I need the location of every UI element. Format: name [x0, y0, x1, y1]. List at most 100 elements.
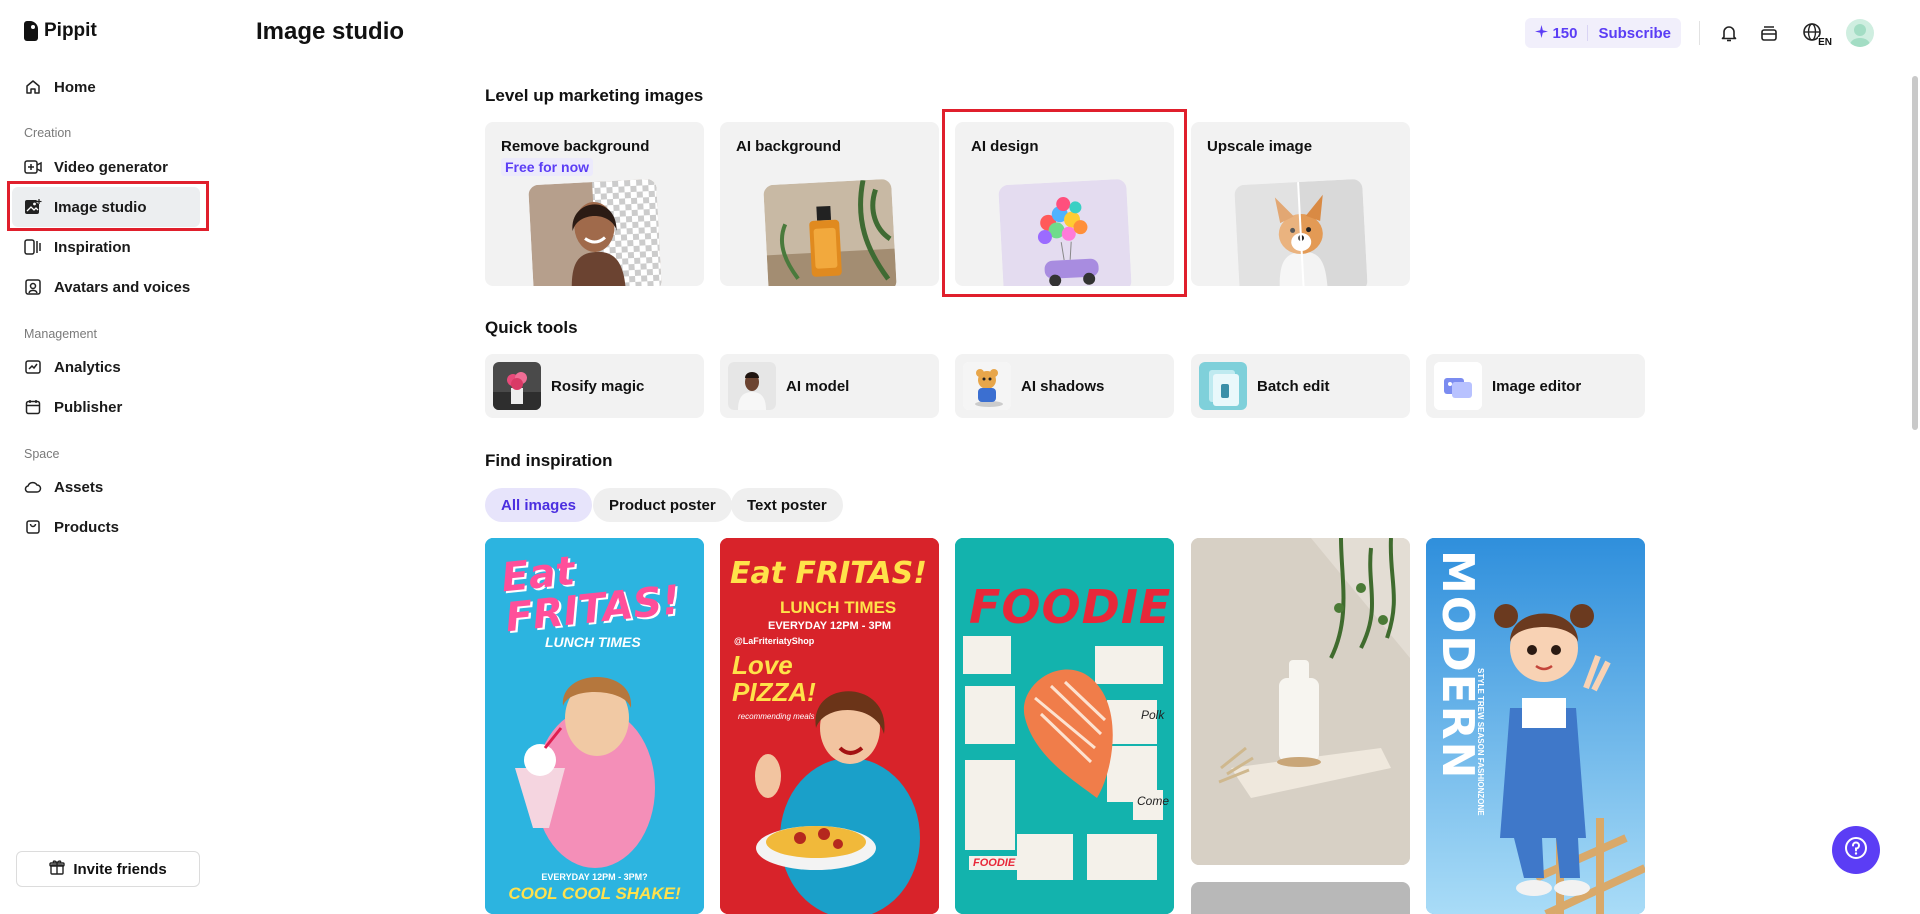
free-badge: Free for now [501, 158, 594, 176]
cloud-icon [24, 478, 42, 496]
pippit-logo-icon [24, 21, 38, 41]
sidebar-item-image-studio[interactable]: Image studio [12, 187, 200, 227]
remove-bg-preview-image [528, 178, 662, 286]
sidebar-item-label: Inspiration [54, 238, 131, 256]
inspiration-poster-5[interactable]: MODERN STYLE TREW SEASON FASHIONZONE [1426, 538, 1645, 914]
poster-1-footer: COOL COOL SHAKE! [508, 884, 681, 903]
poster-2-headline: Eat FRITAS! [730, 556, 927, 591]
filter-product-poster[interactable]: Product poster [593, 488, 732, 522]
user-avatar[interactable] [1846, 19, 1874, 47]
sidebar-item-label: Publisher [54, 398, 123, 416]
poster-3-headline: FOODIE [969, 580, 1172, 634]
gift-icon [49, 859, 66, 879]
calendar-icon [24, 398, 42, 416]
tool-ai-model[interactable]: AI model [720, 354, 939, 418]
sidebar-item-label: Image studio [54, 198, 147, 216]
top-toolbar: 150 Subscribe EN [1525, 18, 1874, 48]
sidebar-item-publisher[interactable]: Publisher [12, 387, 200, 427]
ai-design-preview-image [997, 178, 1132, 286]
credits-badge[interactable]: 150 Subscribe [1525, 18, 1681, 48]
sidebar-item-label: Video generator [54, 158, 168, 176]
sidebar-item-products[interactable]: Products [12, 507, 200, 547]
tool-label: AI model [786, 377, 850, 395]
rosify-thumbnail [493, 362, 541, 410]
subscribe-button[interactable]: Subscribe [1598, 25, 1671, 42]
sidebar-item-label: Products [54, 518, 120, 536]
inspiration-poster-4[interactable] [1191, 538, 1410, 865]
sidebar-item-avatars-voices[interactable]: Avatars and voices [12, 267, 200, 307]
tool-rosify-magic[interactable]: Rosify magic [485, 354, 704, 418]
app-logo[interactable]: Pippit [24, 20, 97, 42]
filter-text-poster[interactable]: Text poster [731, 488, 843, 522]
poster-1-footer-line: EVERYDAY 12PM - 3PM? [541, 872, 648, 882]
batch-edit-thumbnail [1199, 362, 1247, 410]
sidebar-item-video-generator[interactable]: Video generator [12, 147, 200, 187]
tool-ai-shadows[interactable]: AI shadows [955, 354, 1174, 418]
sidebar-item-label: Home [54, 78, 96, 96]
inspiration-poster-1[interactable]: Eat FRITAS! LUNCH TIMES EVERYDAY 12PM - … [485, 538, 704, 914]
tool-batch-edit[interactable]: Batch edit [1191, 354, 1410, 418]
help-icon [1843, 835, 1869, 866]
inspiration-poster-2[interactable]: Eat FRITAS! LUNCH TIMES EVERYDAY 12PM - … [720, 538, 939, 914]
section-label-creation: Creation [24, 126, 72, 140]
poster-2-promo: Love PIZZA! [732, 650, 816, 707]
poster-2-handle: @LaFriteriatyShop [734, 636, 815, 646]
poster-2-promo-sub: recommending meals [738, 712, 815, 721]
bell-icon[interactable] [1718, 22, 1740, 44]
card-title: AI background [736, 138, 842, 155]
credits-value: 150 [1552, 24, 1578, 42]
page-title: Image studio [256, 18, 405, 45]
sparkle-icon [1535, 24, 1549, 42]
section-label-space: Space [24, 447, 60, 461]
image-editor-thumbnail [1434, 362, 1482, 410]
page-scrollbar[interactable] [1912, 76, 1918, 430]
app-name: Pippit [44, 20, 97, 41]
poster-3-tag: FOODIE [969, 856, 1020, 870]
credits-separator [1587, 25, 1589, 41]
invite-friends-button[interactable]: Invite friends [16, 851, 200, 887]
card-upscale-image[interactable]: Upscale image [1191, 122, 1410, 286]
poster-5-sub: STYLE TREW SEASON FASHIONZONE [1476, 668, 1485, 816]
chart-icon [24, 358, 42, 376]
poster-2-art [720, 538, 939, 914]
inspiration-icon [24, 238, 42, 256]
sidebar-item-label: Assets [54, 478, 104, 496]
help-button[interactable] [1832, 826, 1880, 874]
home-icon [24, 78, 42, 96]
section-title-marketing: Level up marketing images [485, 86, 704, 105]
card-title: AI design [971, 138, 1039, 155]
sidebar-item-inspiration[interactable]: Inspiration [12, 227, 200, 267]
poster-3-note-1: Polk [1141, 708, 1165, 722]
credits-count: 150 [1535, 24, 1578, 42]
bag-icon [24, 518, 42, 536]
tool-label: Rosify magic [551, 377, 645, 395]
sidebar-item-label: Avatars and voices [54, 278, 191, 296]
poster-3-note-2: Come [1137, 794, 1170, 808]
card-ai-background[interactable]: AI background [720, 122, 939, 286]
card-title: Remove background [501, 138, 650, 155]
filter-all-images[interactable]: All images [485, 488, 593, 522]
tool-label: Image editor [1492, 377, 1582, 395]
poster-4-art [1191, 538, 1410, 865]
language-globe-icon[interactable]: EN [1798, 22, 1832, 48]
toolbar-divider [1699, 21, 1700, 45]
sidebar-item-home[interactable]: Home [12, 67, 200, 107]
invite-label: Invite friends [73, 860, 167, 878]
video-plus-icon [24, 158, 42, 176]
sidebar-item-assets[interactable]: Assets [12, 467, 200, 507]
stack-icon[interactable] [1758, 22, 1780, 44]
sidebar-item-label: Analytics [54, 358, 121, 376]
card-ai-design[interactable]: AI design [955, 122, 1174, 286]
image-plus-icon [24, 198, 42, 216]
poster-2-sub: LUNCH TIMES [780, 598, 897, 617]
ai-shadows-thumbnail [963, 362, 1011, 410]
language-code: EN [1818, 37, 1832, 48]
card-remove-background[interactable]: Remove background Free for now [485, 122, 704, 286]
section-title-inspiration: Find inspiration [485, 451, 613, 470]
avatar-icon [24, 278, 42, 296]
sidebar-item-analytics[interactable]: Analytics [12, 347, 200, 387]
ai-model-thumbnail [728, 362, 776, 410]
inspiration-poster-3[interactable]: FOODIE Polk Come FOODIE [955, 538, 1174, 914]
inspiration-poster-6[interactable] [1191, 882, 1410, 914]
tool-image-editor[interactable]: Image editor [1426, 354, 1645, 418]
